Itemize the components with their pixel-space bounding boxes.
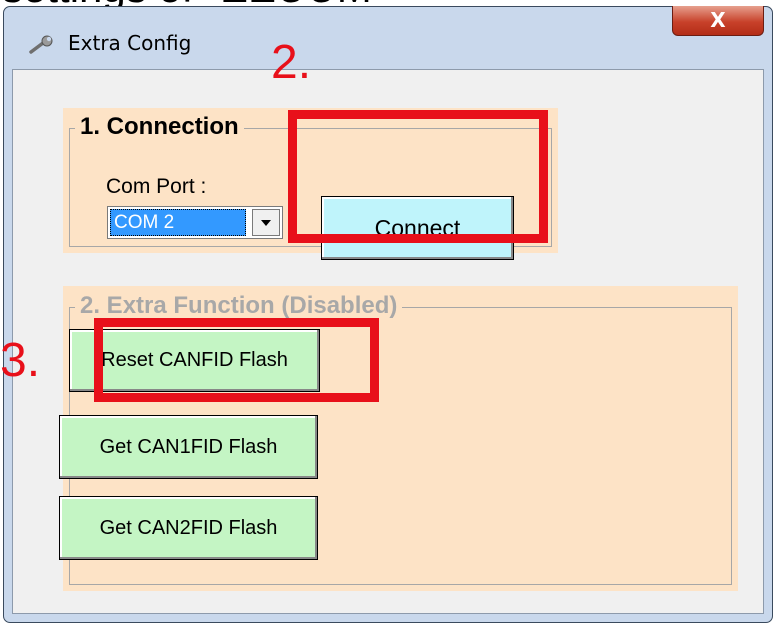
annotation-box-step-3: [94, 318, 379, 402]
wrench-icon: [29, 35, 53, 54]
window-title: Extra Config: [68, 31, 192, 55]
chevron-down-icon: [261, 219, 271, 226]
com-port-label: Com Port :: [106, 175, 207, 198]
title-bar[interactable]: Extra Config X: [4, 6, 772, 69]
get-can2fid-flash-button[interactable]: Get CAN2FID Flash: [59, 496, 318, 560]
connection-group-title: 1. Connection: [75, 113, 244, 141]
close-button[interactable]: X: [672, 6, 764, 36]
annotation-number-2: 2.: [271, 36, 312, 89]
get-can1fid-flash-button[interactable]: Get CAN1FID Flash: [59, 415, 318, 479]
com-port-selected-value[interactable]: COM 2: [110, 209, 246, 236]
extra-function-group-title: 2. Extra Function (Disabled): [75, 292, 403, 320]
annotation-box-step-2: [288, 110, 548, 243]
annotation-number-3: 3.: [0, 334, 41, 387]
close-icon[interactable]: X: [710, 8, 725, 32]
extra-config-window: Extra Config X 1. Connection Com Port : …: [3, 6, 773, 623]
com-port-dropdown[interactable]: COM 2: [107, 206, 283, 239]
dropdown-arrow-button[interactable]: [252, 209, 280, 236]
